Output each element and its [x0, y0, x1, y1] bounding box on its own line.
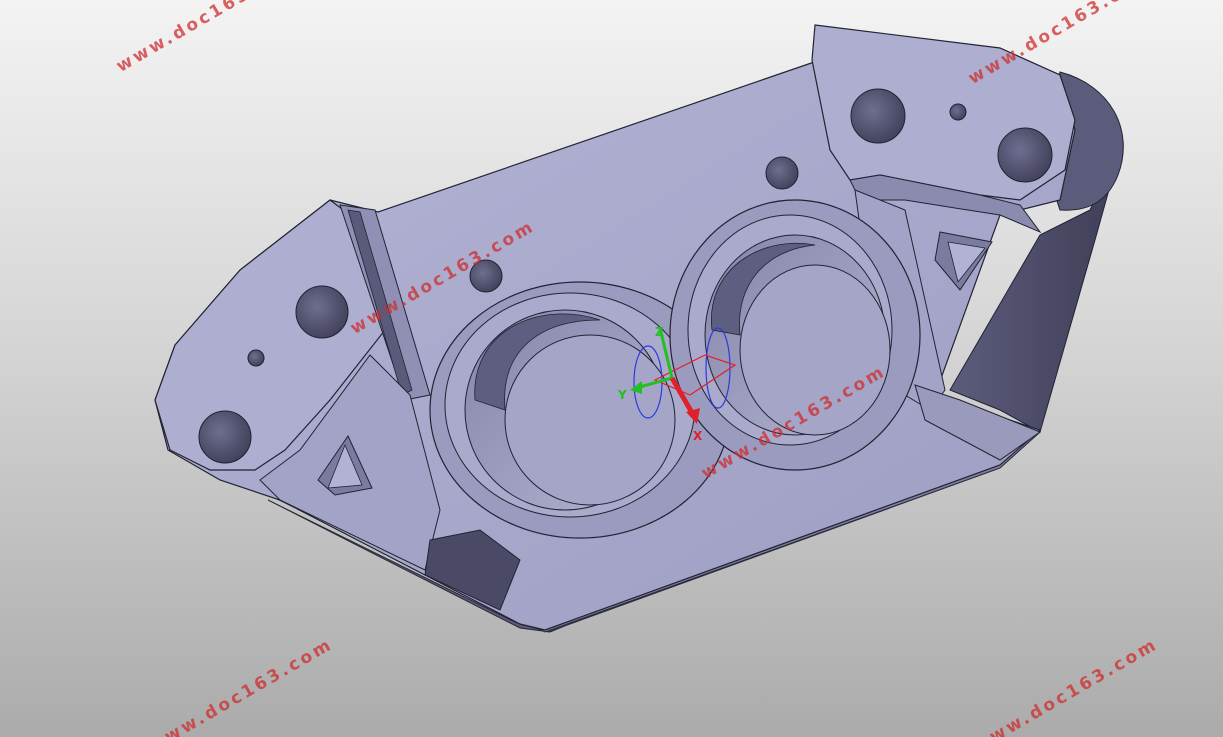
triad-x-label[interactable]: X	[693, 429, 703, 443]
top-pin-hole-left[interactable]	[469, 259, 503, 293]
right-ear-lower-hole[interactable]	[997, 127, 1053, 183]
left-ear-upper-hole[interactable]	[295, 285, 349, 339]
right-ear-small-hole[interactable]	[949, 103, 967, 121]
triad-z-label[interactable]: Z	[655, 325, 664, 339]
top-pin-hole-right[interactable]	[765, 156, 799, 190]
right-ear-upper-hole[interactable]	[850, 88, 906, 144]
left-ear-small-hole[interactable]	[247, 349, 265, 367]
left-bore-floor[interactable]	[504, 334, 676, 506]
right-bore-floor[interactable]	[739, 264, 891, 436]
triad-y-label[interactable]: Y	[617, 388, 627, 402]
cad-3d-viewport[interactable]: X Y Z www.doc163.com www.doc163.com www.…	[0, 0, 1223, 737]
caliper-bracket-model[interactable]: X Y Z	[0, 0, 1223, 737]
left-ear-lower-hole[interactable]	[198, 410, 252, 464]
